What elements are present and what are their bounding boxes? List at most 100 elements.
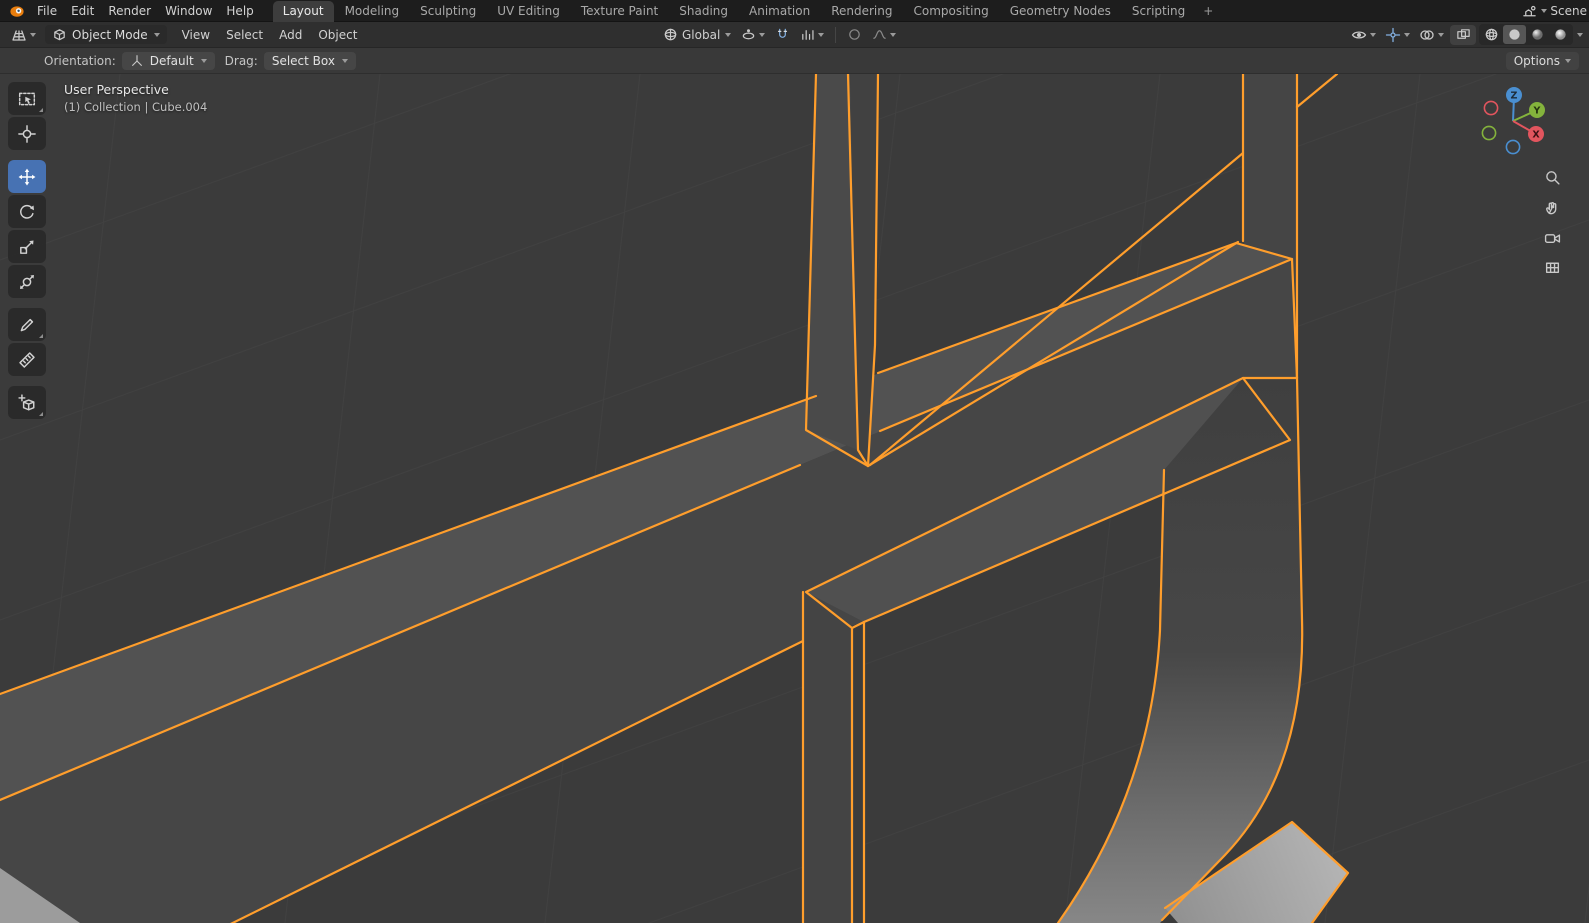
options-dropdown[interactable]: Options <box>1506 52 1579 70</box>
tab-scripting[interactable]: Scripting <box>1122 1 1195 22</box>
zoom-button[interactable] <box>1543 168 1561 186</box>
viewport-nav-buttons <box>1543 168 1561 276</box>
chevron-down-icon <box>30 33 36 37</box>
scene-name: Scene <box>1550 4 1587 18</box>
menu-window[interactable]: Window <box>158 3 219 19</box>
menu-add[interactable]: Add <box>272 26 309 44</box>
visibility-dropdown[interactable] <box>1348 25 1379 45</box>
blender-logo-icon[interactable] <box>8 3 26 19</box>
transform-icon <box>18 273 36 291</box>
menu-help[interactable]: Help <box>219 3 260 19</box>
scene-selector[interactable]: Scene <box>1522 0 1589 22</box>
tool-settings-bar: Orientation: Default Drag: Select Box Op… <box>0 48 1589 74</box>
camera-view-button[interactable] <box>1543 228 1561 246</box>
editor-type-selector[interactable] <box>8 25 39 45</box>
tab-geometry-nodes[interactable]: Geometry Nodes <box>1000 1 1121 22</box>
navigation-gizmo[interactable]: Z Y X <box>1473 81 1553 161</box>
tab-rendering[interactable]: Rendering <box>821 1 902 22</box>
axis-y-negative[interactable] <box>1482 126 1495 139</box>
orientation-globe-icon <box>663 27 678 42</box>
separator <box>835 27 836 43</box>
shading-solid-button[interactable] <box>1503 25 1526 44</box>
menu-select[interactable]: Select <box>219 26 270 44</box>
pan-button[interactable] <box>1543 198 1561 216</box>
chevron-down-icon <box>201 59 207 63</box>
drag-mode-dropdown[interactable]: Select Box <box>264 52 356 70</box>
axis-y-label: Y <box>1533 105 1541 116</box>
move-icon <box>18 168 36 186</box>
orientation-value: Global <box>682 28 720 42</box>
menu-file[interactable]: File <box>30 3 64 19</box>
editor-type-icon <box>11 27 27 43</box>
mode-dropdown[interactable]: Object Mode <box>45 25 167 44</box>
tab-animation[interactable]: Animation <box>739 1 820 22</box>
shading-material-button[interactable] <box>1526 25 1549 44</box>
chevron-down-icon <box>818 33 824 37</box>
menu-view[interactable]: View <box>175 26 217 44</box>
axis-z-label: Z <box>1511 90 1518 101</box>
cursor-icon <box>18 125 36 143</box>
axis-x-negative[interactable] <box>1484 101 1497 114</box>
shading-dropdown-chevron[interactable] <box>1577 33 1583 37</box>
snap-target-icon <box>800 27 815 42</box>
tool-transform[interactable] <box>8 265 46 298</box>
gizmo-toggle-icon <box>1385 27 1401 43</box>
menu-edit[interactable]: Edit <box>64 3 101 19</box>
snap-target-dropdown[interactable] <box>797 25 827 44</box>
grid-ortho-icon <box>1544 259 1561 276</box>
select-box-icon <box>18 90 36 108</box>
tab-modeling[interactable]: Modeling <box>335 1 410 22</box>
menu-render[interactable]: Render <box>101 3 158 19</box>
tab-compositing[interactable]: Compositing <box>903 1 998 22</box>
orientation-dropdown[interactable]: Global <box>660 25 734 44</box>
proportional-editing-toggle[interactable] <box>844 25 865 44</box>
workspace-tabs: Layout Modeling Sculpting UV Editing Tex… <box>273 0 1221 22</box>
tool-rotate[interactable] <box>8 195 46 228</box>
proportional-circle-icon <box>847 27 862 42</box>
scene-render <box>0 74 1589 923</box>
show-overlays-toggle[interactable] <box>1416 25 1447 45</box>
tab-shading[interactable]: Shading <box>669 1 738 22</box>
pivot-point-dropdown[interactable] <box>738 25 768 44</box>
add-workspace-button[interactable]: + <box>1196 1 1220 22</box>
blender-window: File Edit Render Window Help Layout Mode… <box>0 0 1589 923</box>
chevron-down-icon <box>154 33 160 37</box>
transform-snap-controls: Global <box>660 25 899 44</box>
chevron-down-icon <box>342 59 348 63</box>
measure-ruler-icon <box>18 351 36 369</box>
tab-texture-paint[interactable]: Texture Paint <box>571 1 668 22</box>
tab-sculpting[interactable]: Sculpting <box>410 1 486 22</box>
chevron-down-icon <box>1541 9 1547 13</box>
tab-uv-editing[interactable]: UV Editing <box>487 1 570 22</box>
show-gizmo-toggle[interactable] <box>1382 25 1413 45</box>
tool-measure[interactable] <box>8 343 46 376</box>
shading-wireframe-button[interactable] <box>1480 25 1503 44</box>
tab-layout[interactable]: Layout <box>273 1 334 22</box>
xray-icon <box>1456 27 1471 42</box>
xray-toggle[interactable] <box>1450 25 1476 45</box>
shading-rendered-button[interactable] <box>1549 25 1572 44</box>
tool-select-box[interactable] <box>8 82 46 115</box>
tool-scale[interactable] <box>8 230 46 263</box>
tool-add-cube[interactable] <box>8 386 46 419</box>
scene-icon <box>1522 4 1537 19</box>
menu-object[interactable]: Object <box>311 26 364 44</box>
tool-cursor[interactable] <box>8 117 46 150</box>
annotate-pencil-icon <box>18 316 36 334</box>
proportional-falloff-dropdown[interactable] <box>869 25 899 44</box>
rotate-icon <box>18 203 36 221</box>
mode-label: Object Mode <box>72 28 148 42</box>
eye-icon <box>1351 27 1367 43</box>
chevron-down-icon <box>890 33 896 37</box>
topbar: File Edit Render Window Help Layout Mode… <box>0 0 1589 22</box>
snap-magnet-icon <box>775 27 790 42</box>
tool-orientation-dropdown[interactable]: Default <box>122 52 215 70</box>
tool-annotate[interactable] <box>8 308 46 341</box>
ortho-toggle-button[interactable] <box>1543 258 1561 276</box>
tool-move[interactable] <box>8 160 46 193</box>
viewport-canvas[interactable]: User Perspective (1) Collection | Cube.0… <box>0 74 1589 923</box>
overlays-icon <box>1419 27 1435 43</box>
object-mode-cube-icon <box>52 27 67 42</box>
snap-toggle[interactable] <box>772 25 793 44</box>
axis-z-negative[interactable] <box>1506 140 1519 153</box>
